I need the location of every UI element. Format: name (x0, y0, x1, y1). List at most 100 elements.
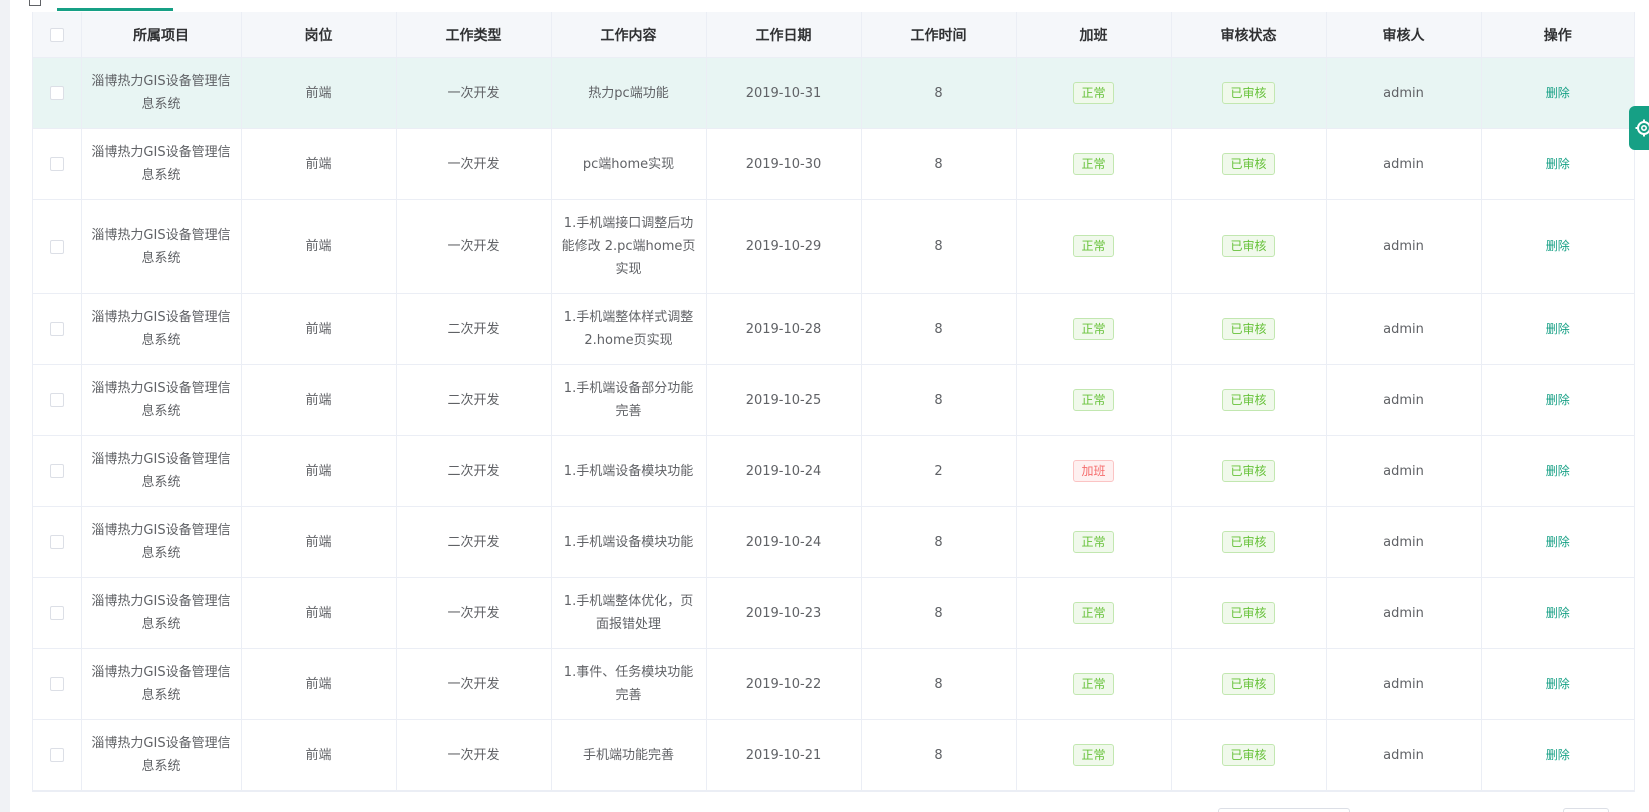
delete-button[interactable]: 删除 (1546, 157, 1570, 171)
header-work-type[interactable]: 工作类型 (396, 12, 552, 58)
cell-overtime: 正常 (1016, 57, 1172, 129)
overtime-tag: 正常 (1073, 743, 1114, 766)
header-select-all[interactable] (33, 12, 82, 58)
pagination-size-select[interactable] (1218, 808, 1350, 812)
cell-work-content: 1.手机端设备模块功能 (551, 435, 707, 507)
cell-project: 淄博热力GIS设备管理信息系统 (81, 199, 242, 294)
menu-icon[interactable] (29, 0, 41, 6)
table-row[interactable]: 淄博热力GIS设备管理信息系统 前端 一次开发 1.手机端接口调整后功能修改 2.pc… (33, 199, 1634, 294)
cell-review-status: 已审核 (1171, 435, 1327, 507)
table-row[interactable]: 淄博热力GIS设备管理信息系统 前端 二次开发 1.手机端整体样式调整 2.home页… (33, 293, 1634, 365)
delete-button[interactable]: 删除 (1546, 239, 1570, 253)
row-checkbox[interactable] (49, 748, 64, 762)
row-select-cell[interactable] (33, 57, 82, 129)
header-position[interactable]: 岗位 (241, 12, 397, 58)
cell-overtime: 正常 (1016, 506, 1172, 578)
cell-work-hours: 8 (861, 128, 1017, 200)
cell-reviewer: admin (1326, 648, 1482, 720)
row-checkbox[interactable] (49, 157, 64, 171)
delete-button[interactable]: 删除 (1546, 606, 1570, 620)
cell-review-status: 已审核 (1171, 199, 1327, 294)
delete-button[interactable]: 删除 (1546, 748, 1570, 762)
pagination-jump-input[interactable] (1563, 808, 1609, 812)
row-select-cell[interactable] (33, 364, 82, 436)
cell-reviewer: admin (1326, 199, 1482, 294)
cell-project: 淄博热力GIS设备管理信息系统 (81, 506, 242, 578)
table-body: 淄博热力GIS设备管理信息系统 前端 一次开发 热力pc端功能 2019-10-31 8 正… (33, 57, 1634, 791)
table-header: 所属项目 岗位 工作类型 工作内容 工作日期 工作时间 加班 审核状态 审核人 … (33, 12, 1634, 58)
header-review-status[interactable]: 审核状态 (1171, 12, 1327, 58)
cell-work-type: 二次开发 (396, 364, 552, 436)
cell-position: 前端 (241, 648, 397, 720)
header-work-date[interactable]: 工作日期 (706, 12, 862, 58)
header-actions: 操作 (1481, 12, 1634, 58)
row-select-cell[interactable] (33, 435, 82, 507)
delete-button[interactable]: 删除 (1546, 464, 1570, 478)
cell-position: 前端 (241, 506, 397, 578)
cell-reviewer: admin (1326, 435, 1482, 507)
row-checkbox[interactable] (49, 464, 64, 478)
row-checkbox[interactable] (49, 86, 64, 100)
settings-panel-toggle[interactable] (1629, 106, 1649, 150)
delete-button[interactable]: 删除 (1546, 86, 1570, 100)
row-checkbox[interactable] (49, 535, 64, 549)
row-select-cell[interactable] (33, 577, 82, 649)
cell-reviewer: admin (1326, 57, 1482, 129)
cell-overtime: 正常 (1016, 648, 1172, 720)
header-work-hours[interactable]: 工作时间 (861, 12, 1017, 58)
header-row: 所属项目 岗位 工作类型 工作内容 工作日期 工作时间 加班 审核状态 审核人 … (33, 12, 1634, 58)
cell-project: 淄博热力GIS设备管理信息系统 (81, 435, 242, 507)
cell-actions: 删除 (1481, 57, 1634, 129)
table-row[interactable]: 淄博热力GIS设备管理信息系统 前端 一次开发 1.事件、任务模块功能完善 2019-1… (33, 648, 1634, 720)
overtime-tag: 正常 (1073, 152, 1114, 175)
cell-work-content: 1.手机端整体优化，页面报错处理 (551, 577, 707, 649)
cell-work-date: 2019-10-28 (706, 293, 862, 365)
cell-work-content: pc端home实现 (551, 128, 707, 200)
header-overtime[interactable]: 加班 (1016, 12, 1172, 58)
review-status-tag: 已审核 (1222, 459, 1275, 482)
row-checkbox[interactable] (49, 606, 64, 620)
table-row[interactable]: 淄博热力GIS设备管理信息系统 前端 二次开发 1.手机端设备模块功能 2019-10-… (33, 506, 1634, 578)
header-project[interactable]: 所属项目 (81, 12, 242, 58)
left-sidebar-edge (0, 0, 10, 812)
overtime-tag: 正常 (1073, 601, 1114, 624)
delete-button[interactable]: 删除 (1546, 393, 1570, 407)
overtime-tag: 正常 (1073, 672, 1114, 695)
table-row[interactable]: 淄博热力GIS设备管理信息系统 前端 一次开发 手机端功能完善 2019-10-21 8 正… (33, 719, 1634, 791)
cell-actions: 删除 (1481, 199, 1634, 294)
table-row[interactable]: 淄博热力GIS设备管理信息系统 前端 一次开发 pc端home实现 2019-10-30… (33, 128, 1634, 200)
table-row[interactable]: 淄博热力GIS设备管理信息系统 前端 一次开发 热力pc端功能 2019-10-31 8 正… (33, 57, 1634, 129)
row-select-cell[interactable] (33, 648, 82, 720)
table-row[interactable]: 淄博热力GIS设备管理信息系统 前端 一次开发 1.手机端整体优化，页面报错处理 201… (33, 577, 1634, 649)
row-select-cell[interactable] (33, 293, 82, 365)
delete-button[interactable]: 删除 (1546, 322, 1570, 336)
overtime-tag: 正常 (1073, 81, 1114, 104)
row-select-cell[interactable] (33, 719, 82, 791)
page: 所属项目 岗位 工作类型 工作内容 工作日期 工作时间 加班 审核状态 审核人 … (0, 0, 1649, 812)
header-work-content[interactable]: 工作内容 (551, 12, 707, 58)
table-row[interactable]: 淄博热力GIS设备管理信息系统 前端 二次开发 1.手机端设备部分功能完善 2019-1… (33, 364, 1634, 436)
row-checkbox[interactable] (49, 677, 64, 691)
row-checkbox[interactable] (49, 239, 64, 254)
cell-review-status: 已审核 (1171, 648, 1327, 720)
worklog-table-container: 所属项目 岗位 工作类型 工作内容 工作日期 工作时间 加班 审核状态 审核人 … (32, 12, 1635, 792)
header-reviewer[interactable]: 审核人 (1326, 12, 1482, 58)
row-checkbox[interactable] (49, 393, 64, 407)
cell-actions: 删除 (1481, 128, 1634, 200)
cell-work-type: 一次开发 (396, 128, 552, 200)
cell-project: 淄博热力GIS设备管理信息系统 (81, 57, 242, 129)
table-row[interactable]: 淄博热力GIS设备管理信息系统 前端 二次开发 1.手机端设备模块功能 2019-10-… (33, 435, 1634, 507)
row-select-cell[interactable] (33, 199, 82, 294)
overtime-tag: 正常 (1073, 317, 1114, 340)
cell-work-hours: 8 (861, 648, 1017, 720)
row-select-cell[interactable] (33, 128, 82, 200)
cell-position: 前端 (241, 128, 397, 200)
cell-work-type: 一次开发 (396, 57, 552, 129)
delete-button[interactable]: 删除 (1546, 677, 1570, 691)
delete-button[interactable]: 删除 (1546, 535, 1570, 549)
cell-work-date: 2019-10-29 (706, 199, 862, 294)
row-checkbox[interactable] (49, 322, 64, 336)
row-select-cell[interactable] (33, 506, 82, 578)
select-all-checkbox[interactable] (49, 27, 64, 42)
cell-work-type: 一次开发 (396, 648, 552, 720)
